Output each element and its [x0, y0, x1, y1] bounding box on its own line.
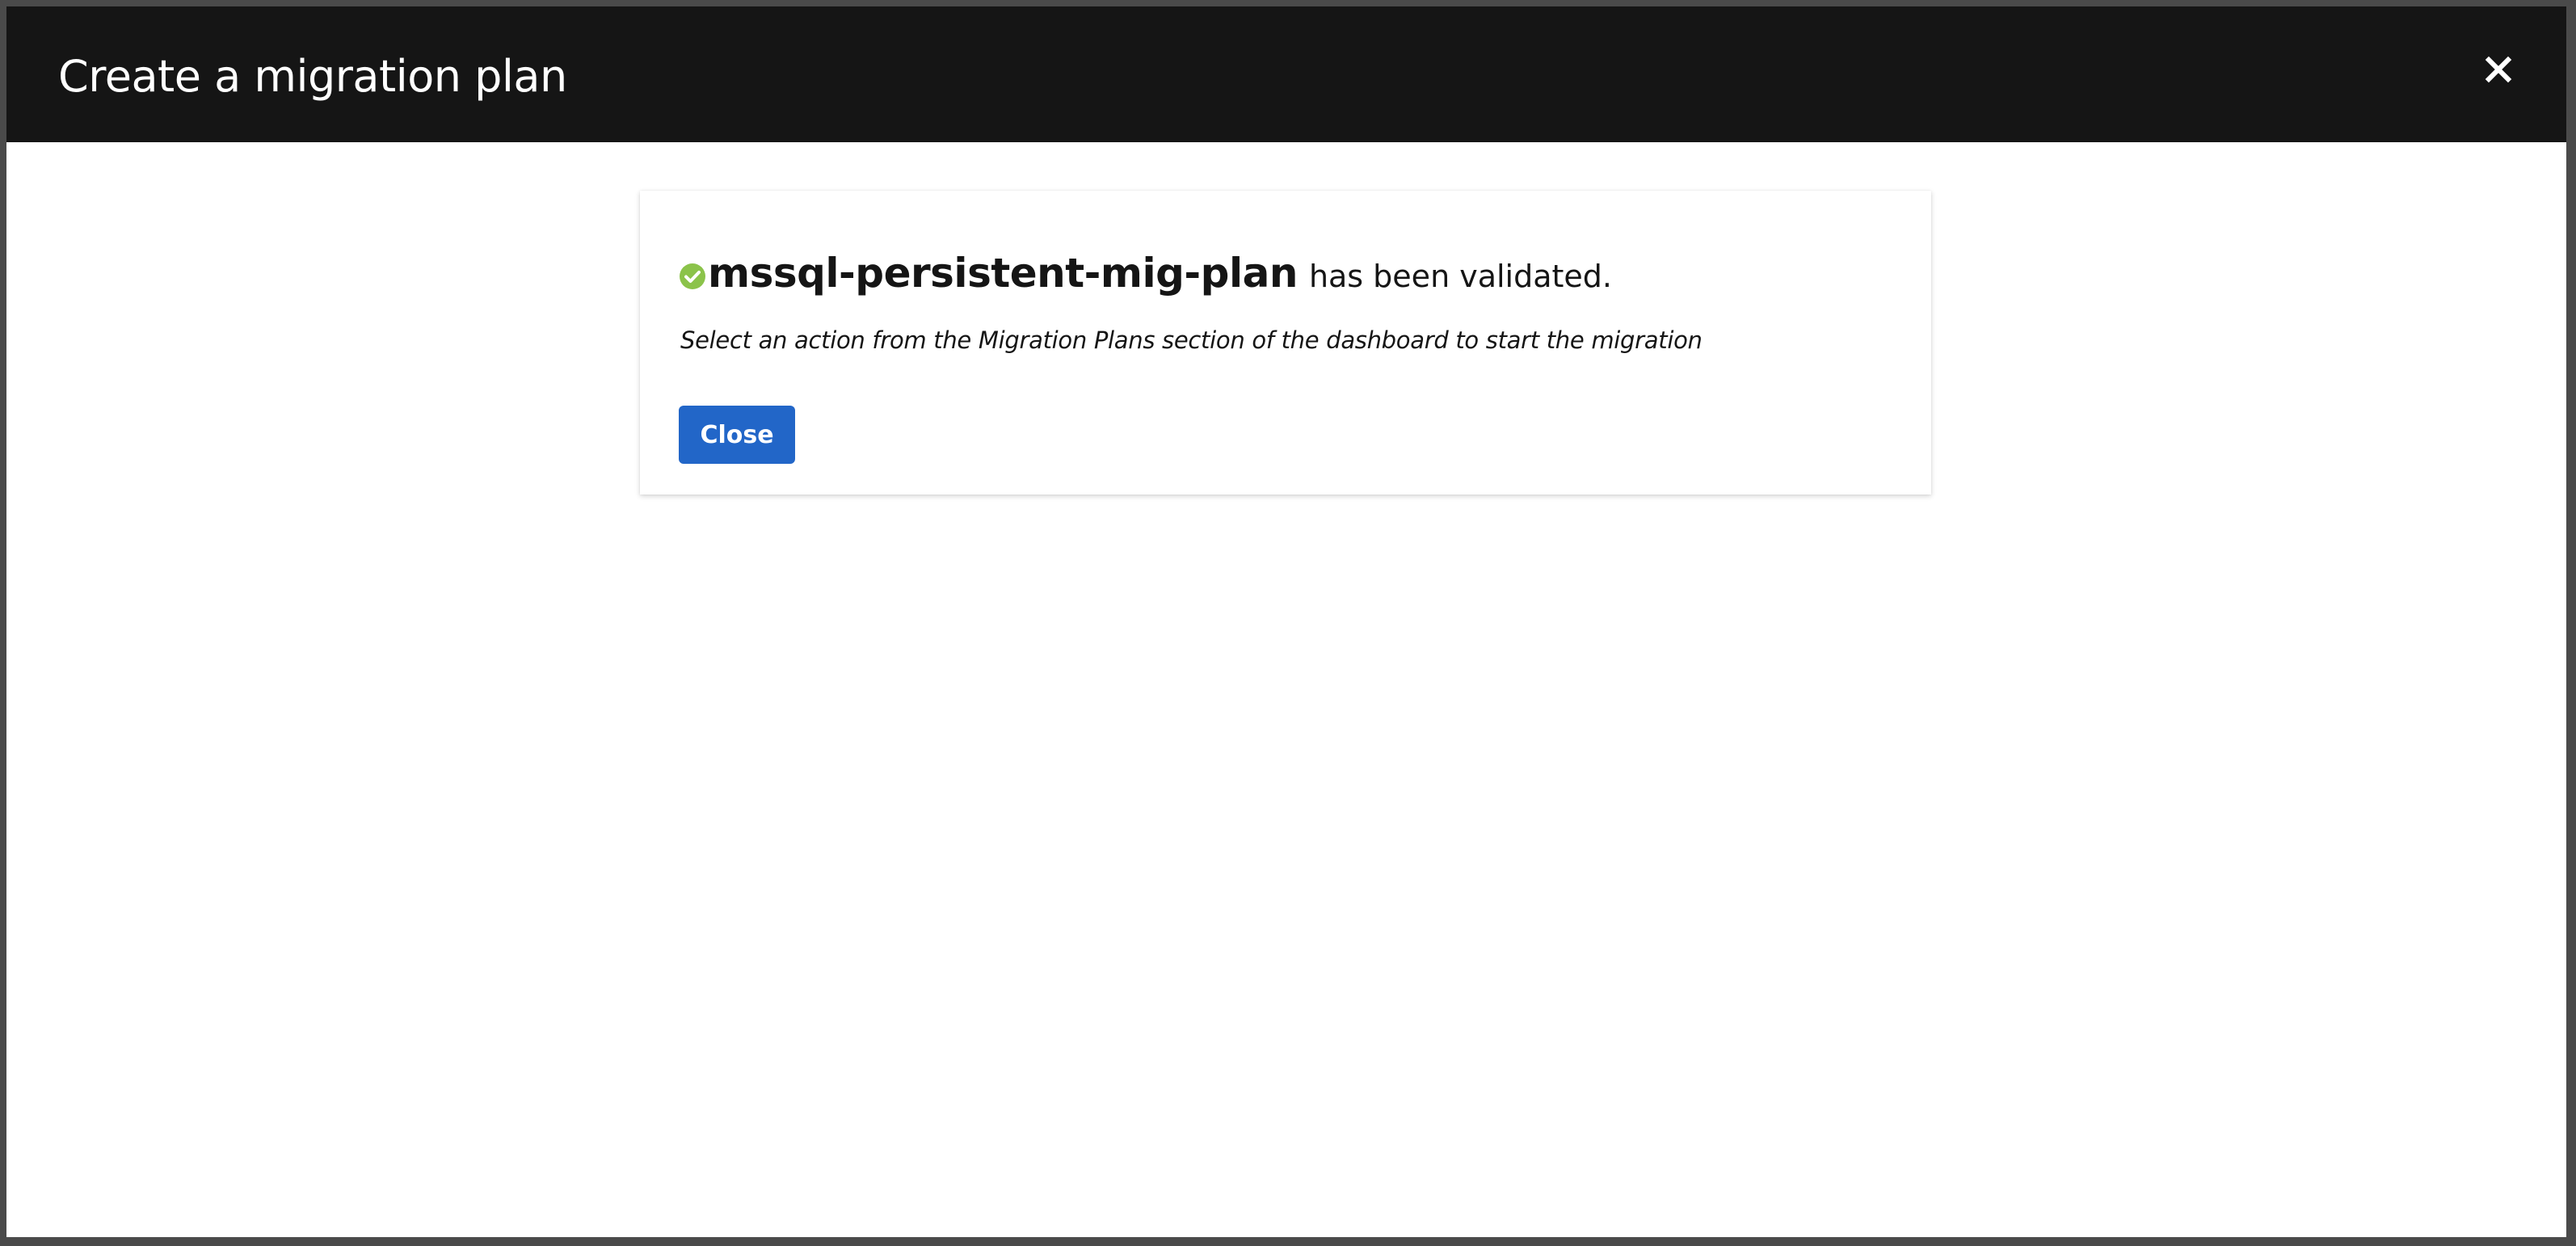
validation-result-card: mssql-persistent-mig-plan has been valid…	[640, 191, 1931, 495]
validation-status-text: has been validated.	[1308, 259, 1613, 294]
plan-name: mssql-persistent-mig-plan	[708, 250, 1298, 297]
close-button[interactable]: Close	[679, 406, 795, 464]
modal-header: Create a migration plan	[6, 6, 2566, 142]
migration-plan-modal: Create a migration plan mssql-persistent…	[6, 6, 2566, 1237]
check-circle-icon	[680, 263, 705, 289]
instructions-text: Select an action from the Migration Plan…	[680, 326, 1703, 354]
close-icon[interactable]	[2479, 50, 2518, 89]
validation-headline: mssql-persistent-mig-plan has been valid…	[679, 241, 1612, 305]
modal-title: Create a migration plan	[58, 51, 567, 102]
